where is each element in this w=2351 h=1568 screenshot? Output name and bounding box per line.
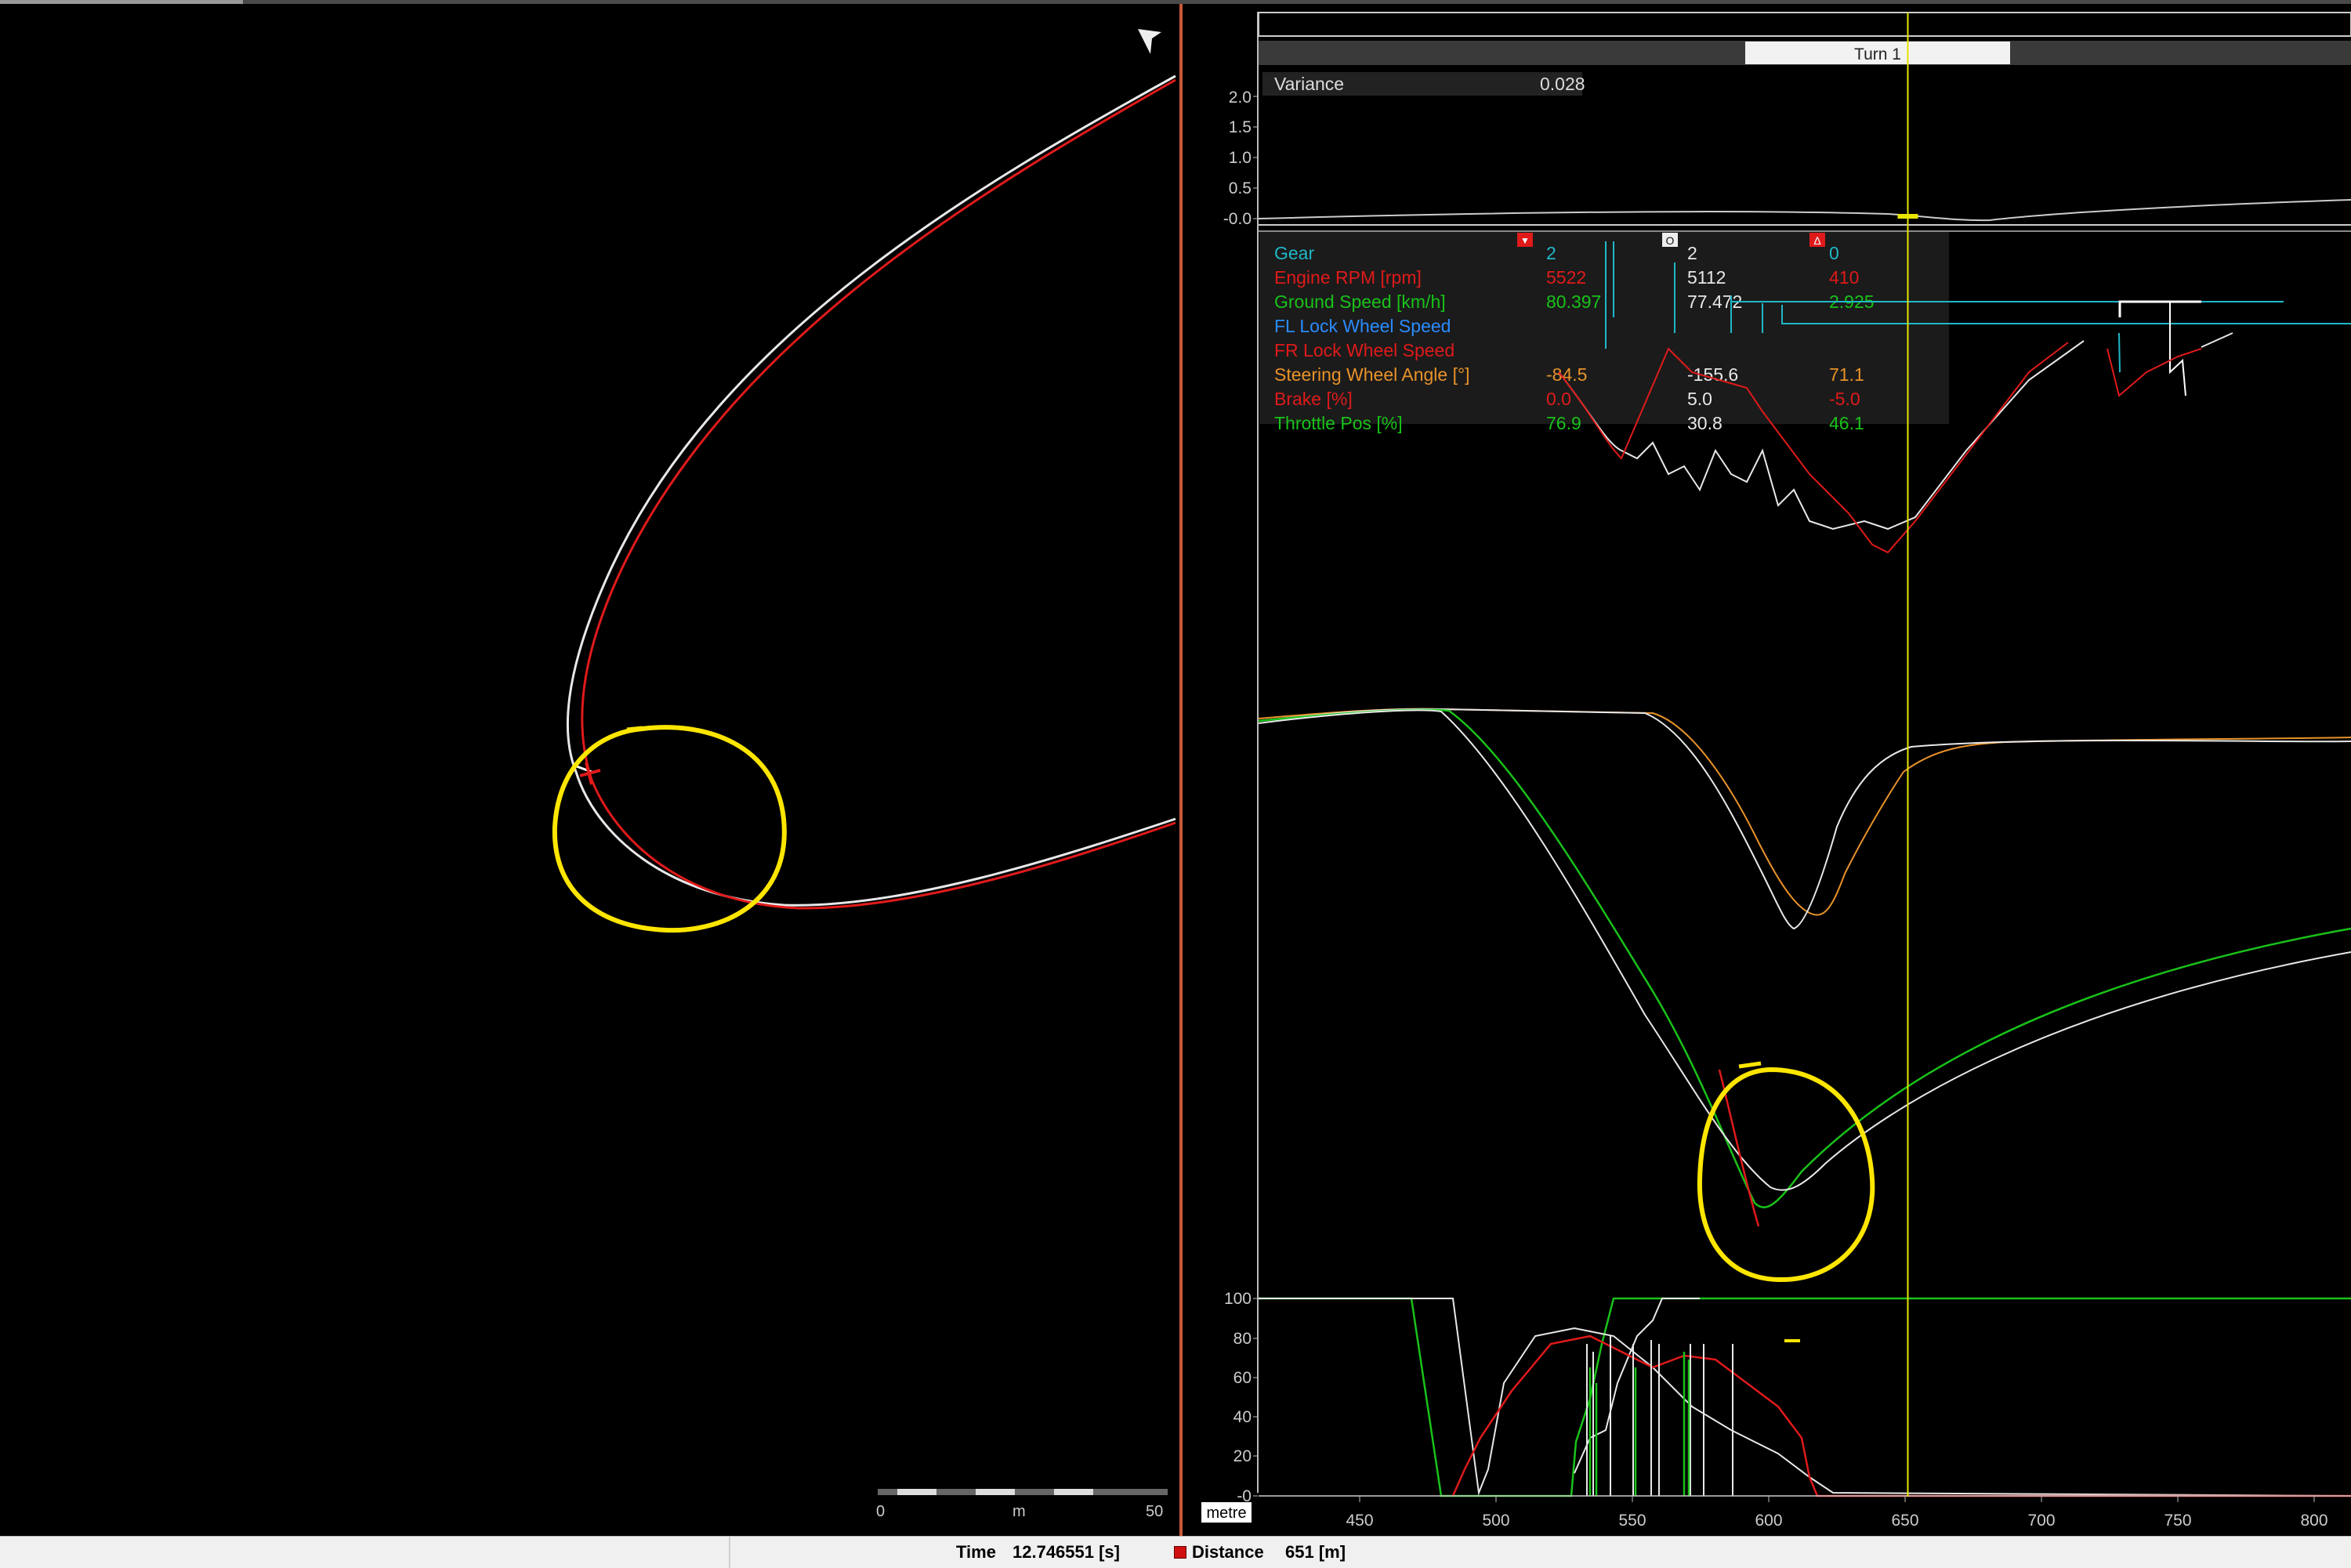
svg-text:Δ: Δ [1813, 234, 1820, 247]
x-tick-label: 550 [1618, 1512, 1646, 1530]
throttle-brake-chart[interactable]: 100 80 60 40 20 -0 [1224, 1290, 2351, 1505]
legend-row-value-white: 5112 [1687, 267, 1726, 288]
track-map: 0 m 50 [552, 29, 1176, 1520]
bottom-tick-60: 60 [1233, 1369, 1252, 1387]
variance-y-ticks: 2.0 1.5 1.0 0.5 -0.0 [1223, 89, 1258, 228]
speed-annotation-tick [1738, 1061, 1762, 1069]
x-tick-label: 600 [1755, 1512, 1782, 1530]
legend-row-label[interactable]: Steering Wheel Angle [°] [1274, 364, 1470, 385]
legend-row-delta: 0 [1829, 243, 1839, 263]
variance-chart[interactable]: Variance 0.028 2.0 1.5 1.0 0.5 -0.0 [1223, 72, 2351, 232]
legend-row-value-red: 76.9 [1546, 413, 1581, 433]
legend-row-value-red: 2 [1546, 243, 1556, 263]
scale-unit: m [1012, 1503, 1026, 1520]
x-tick-label: 500 [1482, 1512, 1509, 1530]
overview-track[interactable] [1258, 12, 2351, 37]
legend-row-label[interactable]: Gear [1274, 243, 1314, 263]
legend-row-delta: 410 [1829, 267, 1859, 288]
x-tick-label: 750 [2164, 1512, 2191, 1530]
annotation-tick [626, 726, 643, 732]
variance-tick-2.0: 2.0 [1229, 89, 1252, 107]
legend-row-delta: 71.1 [1829, 364, 1864, 385]
variance-label: Variance [1274, 74, 1344, 94]
x-tick-label: 450 [1346, 1512, 1373, 1530]
steering-traces [1258, 708, 2351, 930]
legend-row-label[interactable]: FL Lock Wheel Speed [1274, 316, 1451, 336]
bottom-tick-100: 100 [1224, 1290, 1252, 1308]
variance-tick-0.0: -0.0 [1223, 210, 1252, 228]
svg-text:▼: ▼ [1520, 235, 1530, 246]
variance-line [1258, 199, 2351, 222]
bottom-tick-80: 80 [1233, 1330, 1252, 1348]
variance-tick-0.5: 0.5 [1229, 179, 1252, 197]
bottom-tick-40: 40 [1233, 1408, 1252, 1426]
time-value: 12.746551 [s] [1012, 1542, 1120, 1562]
map-pointer-icon[interactable] [1138, 29, 1161, 54]
distance-value: 651 [m] [1285, 1542, 1346, 1562]
legend-row-value-white: -155.6 [1687, 364, 1738, 385]
bottom-tick-20: 20 [1233, 1447, 1252, 1465]
legend-row-delta: 46.1 [1829, 413, 1864, 433]
map-scale-bar: 0 m 50 [876, 1489, 1168, 1520]
legend-row-value-red: 5522 [1546, 267, 1586, 288]
scale-end: 50 [1146, 1503, 1163, 1520]
section-label: Turn 1 [1854, 45, 1901, 63]
time-label: Time [956, 1542, 996, 1562]
scale-start: 0 [876, 1503, 885, 1520]
legend-row-value-white: 5.0 [1687, 389, 1712, 409]
x-axis: metre 450 500 550 600 650 700 750 800 [1201, 1496, 2328, 1530]
telemetry-chart-panel[interactable]: Turn 1 Variance 0.028 2.0 1.5 1.0 0.5 -0… [1183, 4, 2351, 1536]
legend-row-value-red: 0.0 [1546, 389, 1571, 409]
legend-row-label[interactable]: Throttle Pos [%] [1274, 413, 1403, 433]
bottom-y-ticks: 100 80 60 40 20 -0 [1224, 1290, 1258, 1505]
variance-tick-1.0: 1.0 [1229, 149, 1252, 167]
legend-row-label[interactable]: Brake [%] [1274, 389, 1353, 409]
track-line-white-lap [566, 74, 1176, 907]
variance-value: 0.028 [1540, 74, 1585, 94]
speed-traces [1258, 708, 2351, 1227]
legend-row-label[interactable]: Engine RPM [rpm] [1274, 267, 1422, 288]
legend-row-label[interactable]: Ground Speed [km/h] [1274, 292, 1446, 312]
legend-row-delta: -5.0 [1829, 389, 1860, 409]
speed-annotation-circle [1697, 1066, 1875, 1283]
distance-color-marker [1174, 1546, 1186, 1559]
svg-text:O: O [1666, 234, 1675, 247]
variance-cursor-marker [1897, 214, 1918, 219]
distance-label: Distance [1192, 1542, 1264, 1562]
status-bar: Time 12.746551 [s] Distance 651 [m] [0, 1536, 2351, 1568]
section-bar[interactable]: Turn 1 [1259, 41, 2351, 65]
telemetry-charts: Turn 1 Variance 0.028 2.0 1.5 1.0 0.5 -0… [1201, 12, 2351, 1530]
annotation-circle [552, 725, 787, 933]
channel-legend[interactable]: ▼ O Δ Gear 2 2 0 Engine RPM [rpm] 5522 5112 410… [1259, 232, 1949, 433]
legend-row-value-white: 30.8 [1687, 413, 1722, 433]
legend-row-value-red: 80.397 [1546, 292, 1601, 312]
track-line-red-lap [581, 78, 1176, 910]
x-axis-unit: metre [1206, 1505, 1246, 1522]
variance-tick-1.5: 1.5 [1229, 118, 1252, 136]
x-tick-label: 650 [1891, 1512, 1918, 1530]
x-axis-ticks: 450 500 550 600 650 700 750 800 [1346, 1496, 2328, 1530]
legend-row-value-white: 2 [1687, 243, 1697, 263]
track-map-panel[interactable]: 0 m 50 [0, 4, 1179, 1536]
x-tick-label: 700 [2027, 1512, 2055, 1530]
x-tick-label: 800 [2300, 1512, 2327, 1530]
legend-row-label[interactable]: FR Lock Wheel Speed [1274, 340, 1454, 360]
